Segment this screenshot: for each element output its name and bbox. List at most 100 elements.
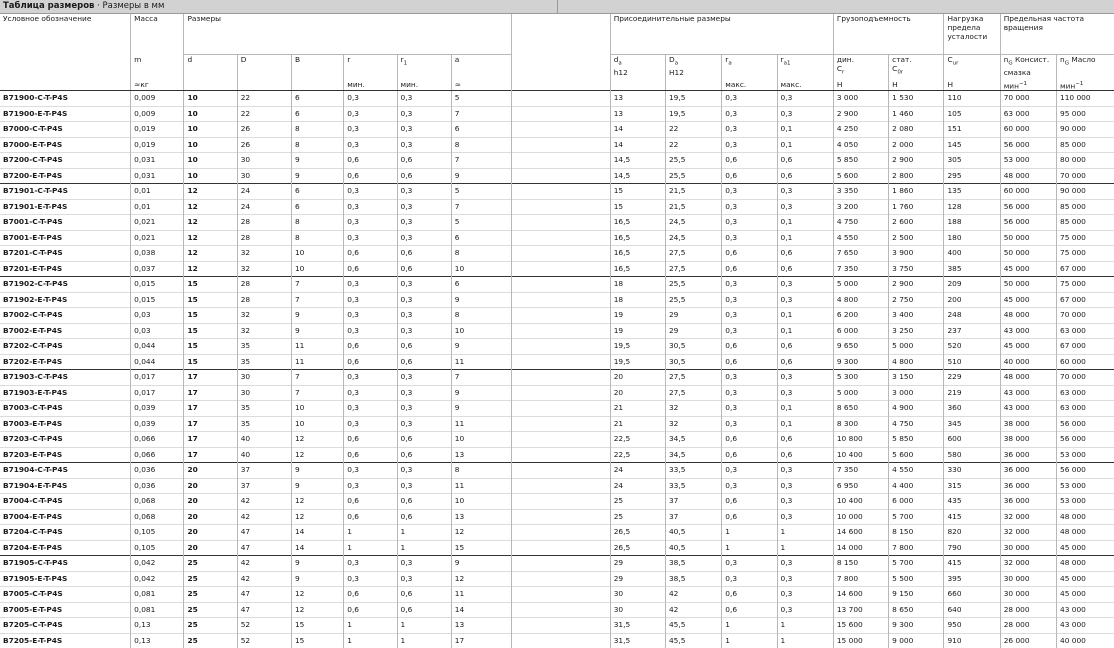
cell-D: 28 xyxy=(237,230,291,246)
cell-gap xyxy=(512,122,611,138)
cell-Cr: 4 800 xyxy=(833,292,888,308)
cell-r1: 0,3 xyxy=(397,137,451,153)
cell-B: 12 xyxy=(291,509,343,525)
cell-ng-oil: 70 000 xyxy=(1057,168,1114,184)
cell-C0r: 4 400 xyxy=(889,478,944,494)
cell-Cr: 6 950 xyxy=(833,478,888,494)
cell-gap xyxy=(512,571,611,587)
cell-mass: 0,039 xyxy=(131,401,184,417)
cell-da: 18 xyxy=(610,292,665,308)
cell-C0r: 3 000 xyxy=(889,385,944,401)
table-row: B71902-E-T-P4S0,015152870,30,391825,50,3… xyxy=(0,292,1114,308)
cell-da: 21 xyxy=(610,401,665,417)
cell-C0r: 2 800 xyxy=(889,168,944,184)
cell-ng-grease: 63 000 xyxy=(1000,106,1056,122)
cell-ra: 0,3 xyxy=(722,463,777,479)
cell-r1: 0,3 xyxy=(397,199,451,215)
header-Cr-sub: r xyxy=(842,69,844,75)
cell-designation: B71903-E-T-P4S xyxy=(0,385,131,401)
cell-Cur: 435 xyxy=(944,494,1000,510)
cell-designation: B7004-E-T-P4S xyxy=(0,509,131,525)
table-row: B7204-C-T-P4S0,105204714111226,540,51114… xyxy=(0,525,1114,541)
cell-B: 6 xyxy=(291,106,343,122)
header-da-unit xyxy=(610,80,665,91)
table-row: B7202-E-T-P4S0,0441535110,60,61119,530,5… xyxy=(0,354,1114,370)
cell-D: 35 xyxy=(237,354,291,370)
cell-C0r: 4 900 xyxy=(889,401,944,417)
cell-B: 11 xyxy=(291,339,343,355)
cell-D: 28 xyxy=(237,277,291,293)
cell-Cr: 7 350 xyxy=(833,463,888,479)
cell-da: 22,5 xyxy=(610,447,665,463)
cell-ng-oil: 60 000 xyxy=(1057,354,1114,370)
cell-da: 16,5 xyxy=(610,215,665,231)
cell-designation: B7005-C-T-P4S xyxy=(0,587,131,603)
cell-Da: 38,5 xyxy=(665,571,721,587)
cell-d: 25 xyxy=(184,602,237,618)
table-row: B71905-E-T-P4S0,042254290,30,3122938,50,… xyxy=(0,571,1114,587)
cell-ra1: 0,3 xyxy=(777,509,833,525)
cell-Cur: 330 xyxy=(944,463,1000,479)
cell-a: 9 xyxy=(451,292,511,308)
cell-r1: 0,3 xyxy=(397,385,451,401)
cell-Cur: 180 xyxy=(944,230,1000,246)
cell-r1: 0,3 xyxy=(397,106,451,122)
cell-ra: 0,3 xyxy=(722,370,777,386)
cell-Da: 21,5 xyxy=(665,199,721,215)
cell-D: 30 xyxy=(237,370,291,386)
cell-Da: 38,5 xyxy=(665,556,721,572)
cell-ra: 0,6 xyxy=(722,354,777,370)
cell-D: 47 xyxy=(237,587,291,603)
cell-a: 10 xyxy=(451,323,511,339)
cell-r: 0,3 xyxy=(344,292,397,308)
cell-r: 0,6 xyxy=(344,354,397,370)
cell-Da: 27,5 xyxy=(665,246,721,262)
cell-r1: 0,3 xyxy=(397,122,451,138)
cell-ra: 0,3 xyxy=(722,292,777,308)
cell-a: 8 xyxy=(451,308,511,324)
cell-mass: 0,066 xyxy=(131,432,184,448)
cell-r: 0,6 xyxy=(344,494,397,510)
title-divider xyxy=(557,0,558,13)
cell-r: 0,3 xyxy=(344,308,397,324)
cell-Cr: 7 350 xyxy=(833,261,888,277)
cell-D: 30 xyxy=(237,153,291,169)
cell-ng-grease: 45 000 xyxy=(1000,261,1056,277)
cell-ng-grease: 60 000 xyxy=(1000,184,1056,200)
cell-a: 9 xyxy=(451,401,511,417)
cell-Cur: 580 xyxy=(944,447,1000,463)
cell-mass: 0,03 xyxy=(131,323,184,339)
cell-designation: B7200-C-T-P4S xyxy=(0,153,131,169)
table-row: B71900-C-T-P4S0,009102260,30,351319,50,3… xyxy=(0,91,1114,107)
cell-d: 20 xyxy=(184,525,237,541)
cell-d: 12 xyxy=(184,184,237,200)
cell-ra1: 0,3 xyxy=(777,277,833,293)
cell-ra1: 0,3 xyxy=(777,370,833,386)
cell-ng-oil: 53 000 xyxy=(1057,478,1114,494)
cell-Cr: 14 600 xyxy=(833,587,888,603)
cell-Cr: 8 150 xyxy=(833,556,888,572)
cell-mass: 0,009 xyxy=(131,106,184,122)
cell-Da: 25,5 xyxy=(665,168,721,184)
table-row: B7004-E-T-P4S0,0682042120,60,61325370,60… xyxy=(0,509,1114,525)
table-row: B7205-E-T-P4S0,13255215111731,545,51115 … xyxy=(0,633,1114,648)
cell-designation: B7001-E-T-P4S xyxy=(0,230,131,246)
cell-Da: 40,5 xyxy=(665,525,721,541)
cell-ng-oil: 90 000 xyxy=(1057,122,1114,138)
cell-D: 42 xyxy=(237,571,291,587)
cell-Cr: 13 700 xyxy=(833,602,888,618)
cell-Cur: 229 xyxy=(944,370,1000,386)
cell-B: 9 xyxy=(291,168,343,184)
table-row: B71901-E-T-P4S0,01122460,30,371521,50,30… xyxy=(0,199,1114,215)
cell-ra: 0,3 xyxy=(722,385,777,401)
cell-Cur: 415 xyxy=(944,509,1000,525)
cell-d: 17 xyxy=(184,447,237,463)
cell-mass: 0,021 xyxy=(131,215,184,231)
header-Cur-sub: ur xyxy=(953,60,959,66)
cell-r: 0,3 xyxy=(344,215,397,231)
table-row: B7004-C-T-P4S0,0682042120,60,61025370,60… xyxy=(0,494,1114,510)
cell-r1: 1 xyxy=(397,540,451,556)
cell-d: 15 xyxy=(184,339,237,355)
cell-ng-grease: 38 000 xyxy=(1000,432,1056,448)
cell-Cr: 3 200 xyxy=(833,199,888,215)
